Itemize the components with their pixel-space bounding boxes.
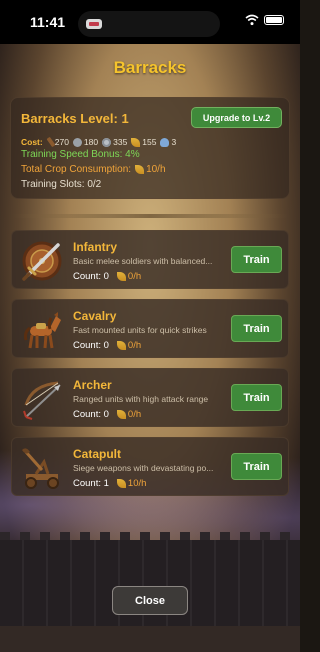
bow-arrow-icon [23, 381, 61, 420]
iron-icon [102, 137, 112, 147]
unit-description: Fast mounted units for quick strikes [73, 325, 207, 335]
unit-count: Count: 0 [73, 409, 109, 420]
unit-card-infantry: Infantry Basic melee soldiers with balan… [11, 230, 289, 289]
castle-wall [0, 540, 300, 630]
unit-crop-rate: 0/h [116, 340, 141, 351]
unit-crop-rate: 0/h [116, 271, 141, 282]
training-slots: Training Slots: 0/2 [21, 179, 102, 190]
horse-icon [24, 312, 61, 349]
upgrade-cost-row: Cost: 270 180 335 155 3 [21, 136, 180, 148]
cost-population: 3 [160, 137, 176, 147]
cost-stone: 180 [72, 137, 98, 147]
cost-iron: 335 [102, 137, 127, 147]
unit-description: Siege weapons with devastating po... [73, 463, 214, 473]
crop-icon [116, 479, 126, 488]
unit-name: Archer [73, 378, 112, 392]
crop-consumption-value: 10/h [135, 164, 166, 175]
stone-icon [72, 137, 82, 147]
cost-wood: 270 [46, 136, 69, 148]
catapult-icon [22, 448, 59, 489]
unit-name: Infantry [73, 240, 118, 254]
unit-description: Ranged units with high attack range [73, 394, 209, 404]
unit-card-catapult: Catapult Siege weapons with devastating … [11, 437, 289, 496]
crop-icon [135, 165, 145, 174]
crop-icon [116, 341, 126, 350]
unit-stats: Count: 0 0/h [73, 271, 141, 282]
unit-card-cavalry: Cavalry Fast mounted units for quick str… [11, 299, 289, 358]
train-archer-button[interactable]: Train [231, 384, 282, 411]
battery-icon [264, 15, 284, 25]
status-bar: 11:41 [0, 0, 300, 44]
unit-name: Catapult [73, 447, 121, 461]
app-indicator-icon [86, 19, 102, 29]
page-title: Barracks [113, 58, 187, 77]
unit-card-archer: Archer Ranged units with high attack ran… [11, 368, 289, 427]
dynamic-island [78, 11, 220, 37]
unit-crop-rate: 0/h [116, 409, 141, 420]
unit-stats: Count: 0 0/h [73, 409, 141, 420]
section-divider [12, 214, 288, 218]
training-speed-bonus: Training Speed Bonus: 4% [21, 149, 140, 160]
unit-crop-rate: 10/h [116, 478, 146, 489]
close-button[interactable]: Close [112, 586, 188, 615]
bottom-band [0, 626, 300, 652]
train-catapult-button[interactable]: Train [231, 453, 282, 480]
population-icon [160, 137, 170, 147]
unit-stats: Count: 0 0/h [73, 340, 141, 351]
barracks-level: Barracks Level: 1 [21, 111, 129, 126]
barracks-info-panel: Barracks Level: 1 Upgrade to Lv.2 Cost: … [10, 97, 290, 199]
unit-count: Count: 0 [73, 340, 109, 351]
train-infantry-button[interactable]: Train [231, 246, 282, 273]
unit-count: Count: 0 [73, 271, 109, 282]
crop-icon [131, 137, 141, 147]
crop-consumption-label: Total Crop Consumption: [21, 164, 132, 175]
status-icons [245, 14, 284, 26]
crop-icon [116, 272, 126, 281]
unit-count: Count: 1 [73, 478, 109, 489]
train-cavalry-button[interactable]: Train [231, 315, 282, 342]
wifi-icon [245, 14, 259, 26]
sword-shield-icon [22, 241, 62, 281]
crop-icon [116, 410, 126, 419]
unit-description: Basic melee soldiers with balanced... [73, 256, 213, 266]
cost-crop: 155 [131, 137, 156, 147]
unit-name: Cavalry [73, 309, 117, 323]
cost-label: Cost: [21, 137, 43, 147]
total-crop-consumption: Total Crop Consumption: 10/h [21, 164, 166, 175]
upgrade-button[interactable]: Upgrade to Lv.2 [191, 107, 282, 128]
unit-stats: Count: 1 10/h [73, 478, 146, 489]
status-time: 11:41 [30, 14, 66, 30]
